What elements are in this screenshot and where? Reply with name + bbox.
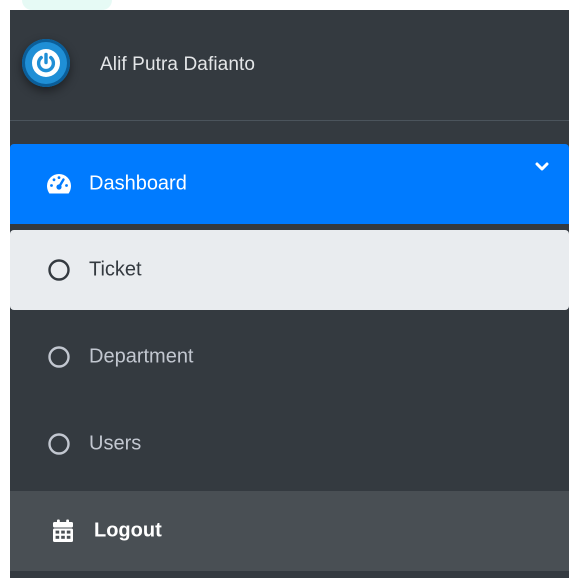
- circle-outline-icon: [47, 345, 71, 369]
- sidebar-item-label: Logout: [94, 519, 162, 542]
- sidebar: Alif Putra Dafianto Dashboard Ticket Dep…: [10, 10, 569, 578]
- sidebar-item-label: Dashboard: [89, 172, 187, 195]
- sidebar-item-label: Users: [89, 432, 142, 455]
- sidebar-item-department[interactable]: Department: [10, 317, 569, 397]
- circle-outline-icon: [47, 258, 71, 282]
- sidebar-item-label: Department: [89, 345, 194, 368]
- sidebar-item-dashboard[interactable]: Dashboard: [10, 144, 569, 224]
- sidebar-item-users[interactable]: Users: [10, 404, 569, 484]
- user-name[interactable]: Alif Putra Dafianto: [100, 54, 255, 76]
- user-panel[interactable]: Alif Putra Dafianto: [10, 10, 569, 121]
- power-icon: [32, 49, 60, 77]
- chevron-down-icon[interactable]: [535, 162, 549, 172]
- calendar-icon: [52, 519, 74, 543]
- app-stage: Alif Putra Dafianto Dashboard Ticket Dep…: [0, 0, 569, 578]
- sidebar-item-label: Ticket: [89, 258, 142, 281]
- circle-outline-icon: [47, 432, 71, 456]
- sidebar-item-logout[interactable]: Logout: [10, 491, 569, 571]
- sidebar-item-ticket[interactable]: Ticket: [10, 230, 569, 310]
- background-accent: [22, 0, 112, 10]
- avatar[interactable]: [22, 39, 70, 87]
- tachometer-icon: [46, 173, 72, 195]
